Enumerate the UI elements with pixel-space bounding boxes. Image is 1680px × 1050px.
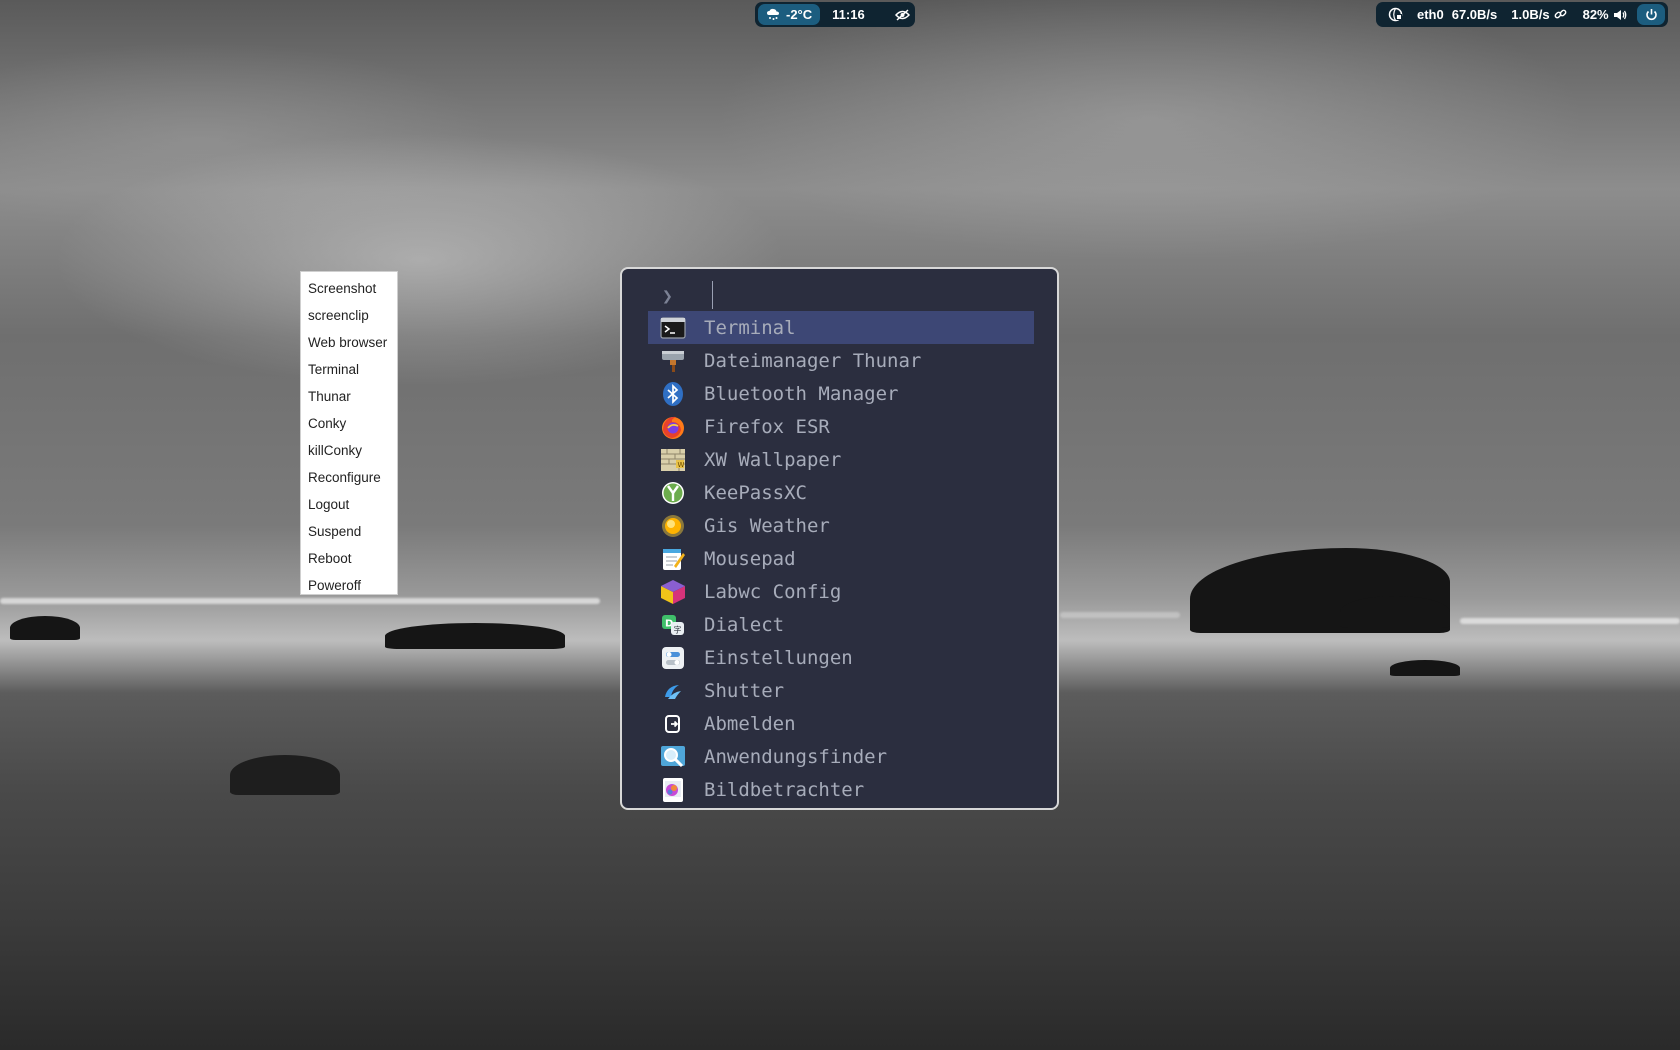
menu-item-thunar[interactable]: Thunar	[301, 383, 397, 410]
app-item-abmelden[interactable]: Abmelden	[648, 707, 1034, 740]
labwc-icon	[660, 579, 686, 605]
terminal-icon	[660, 315, 686, 341]
file-manager-icon	[660, 348, 686, 374]
svg-text:字: 字	[674, 624, 682, 634]
menu-item-conky[interactable]: Conky	[301, 410, 397, 437]
app-label: Labwc Config	[704, 580, 842, 603]
sea-rock	[1390, 660, 1460, 676]
sun-icon	[660, 513, 686, 539]
volume-widget[interactable]: 82%	[1583, 7, 1627, 22]
app-label: Bildbetrachter	[704, 778, 865, 801]
menu-item-reboot[interactable]: Reboot	[301, 545, 397, 572]
menu-item-screenclip[interactable]: screenclip	[301, 302, 397, 329]
svg-text:W: W	[678, 461, 685, 469]
status-bar-center: -2°C 11:16	[755, 2, 915, 27]
power-icon	[1645, 8, 1658, 21]
app-item-bluetooth-manager[interactable]: Bluetooth Manager	[648, 377, 1034, 410]
sea-rock	[385, 623, 565, 649]
network-widget[interactable]: eth0 67.0B/s 1.0B/s	[1417, 7, 1567, 22]
shutter-icon	[660, 678, 686, 704]
menu-item-killconky[interactable]: killConky	[301, 437, 397, 464]
app-label: Bluetooth Manager	[704, 382, 899, 405]
app-item-xw-wallpaper[interactable]: W XW Wallpaper	[648, 443, 1034, 476]
app-item-bildbetrachter[interactable]: Bildbetrachter	[648, 773, 1034, 806]
notepad-icon	[660, 546, 686, 572]
app-label: Abmelden	[704, 712, 796, 735]
app-item-thunar[interactable]: Dateimanager Thunar	[648, 344, 1034, 377]
eye-slash-icon[interactable]	[894, 8, 910, 21]
wave-crest	[1460, 618, 1680, 624]
app-item-shutter[interactable]: Shutter	[648, 674, 1034, 707]
bluetooth-icon	[660, 381, 686, 407]
settings-icon	[660, 645, 686, 671]
app-item-anwendungsfinder[interactable]: Anwendungsfinder	[648, 740, 1034, 773]
volume-level: 82%	[1582, 7, 1609, 22]
status-bar-right: eth0 67.0B/s 1.0B/s 82%	[1376, 2, 1668, 27]
network-interface: eth0	[1417, 7, 1444, 22]
prompt: ❯	[662, 283, 673, 309]
network-download-rate: 67.0B/s	[1451, 7, 1498, 22]
translate-icon: D 字	[660, 612, 686, 638]
app-item-mousepad[interactable]: Mousepad	[648, 542, 1034, 575]
app-item-einstellungen[interactable]: Einstellungen	[648, 641, 1034, 674]
app-list: Terminal Dateimanager Thunar Bluetooth M…	[648, 311, 1034, 806]
app-label: Einstellungen	[704, 646, 853, 669]
app-item-labwc-config[interactable]: Labwc Config	[648, 575, 1034, 608]
app-finder-icon	[660, 744, 686, 770]
weather-widget[interactable]: -2°C	[758, 4, 821, 25]
link-icon	[1554, 8, 1567, 21]
app-label: Dateimanager Thunar	[704, 349, 922, 372]
root-menu: Screenshot screenclip Web browser Termin…	[300, 271, 398, 595]
app-item-gis-weather[interactable]: Gis Weather	[648, 509, 1034, 542]
app-item-dialect[interactable]: D 字 Dialect	[648, 608, 1034, 641]
keepass-icon	[660, 480, 686, 506]
sea-rock	[10, 616, 80, 640]
app-launcher: ❯ Terminal Dateimanager Thunar Bluetooth…	[620, 267, 1059, 810]
app-item-firefox-esr[interactable]: Firefox ESR	[648, 410, 1034, 443]
app-item-terminal[interactable]: Terminal	[648, 311, 1034, 344]
app-item-keepassxc[interactable]: KeePassXC	[648, 476, 1034, 509]
speaker-icon	[1613, 9, 1627, 21]
app-label: Terminal	[704, 316, 796, 339]
firefox-icon	[660, 414, 686, 440]
app-label: Anwendungsfinder	[704, 745, 888, 768]
app-label: KeePassXC	[704, 481, 807, 504]
sea-rock	[1340, 596, 1450, 628]
app-label: Shutter	[704, 679, 785, 702]
image-viewer-icon	[660, 777, 686, 803]
menu-item-web-browser[interactable]: Web browser	[301, 329, 397, 356]
app-label: Gis Weather	[704, 514, 830, 537]
power-button[interactable]	[1637, 4, 1665, 25]
network-icon[interactable]	[1388, 7, 1403, 22]
beach-rock	[230, 755, 340, 795]
prompt-chevron-icon: ❯	[662, 285, 673, 307]
menu-item-poweroff[interactable]: Poweroff	[301, 572, 397, 599]
menu-item-logout[interactable]: Logout	[301, 491, 397, 518]
app-label: XW Wallpaper	[704, 448, 842, 471]
logout-icon	[660, 711, 686, 737]
app-label: Firefox ESR	[704, 415, 830, 438]
wave-crest	[1060, 612, 1180, 618]
wave-crest	[0, 598, 600, 604]
wallpaper-icon: W	[660, 447, 686, 473]
app-label: Dialect	[704, 613, 785, 636]
menu-item-screenshot[interactable]: Screenshot	[301, 275, 397, 302]
weather-temperature: -2°C	[786, 7, 813, 22]
clock[interactable]: 11:16	[832, 7, 865, 22]
menu-item-reconfigure[interactable]: Reconfigure	[301, 464, 397, 491]
search-input[interactable]	[712, 281, 1021, 309]
menu-item-terminal[interactable]: Terminal	[301, 356, 397, 383]
snow-cloud-icon	[766, 8, 780, 21]
menu-item-suspend[interactable]: Suspend	[301, 518, 397, 545]
network-upload-rate: 1.0B/s	[1511, 7, 1550, 22]
app-label: Mousepad	[704, 547, 796, 570]
